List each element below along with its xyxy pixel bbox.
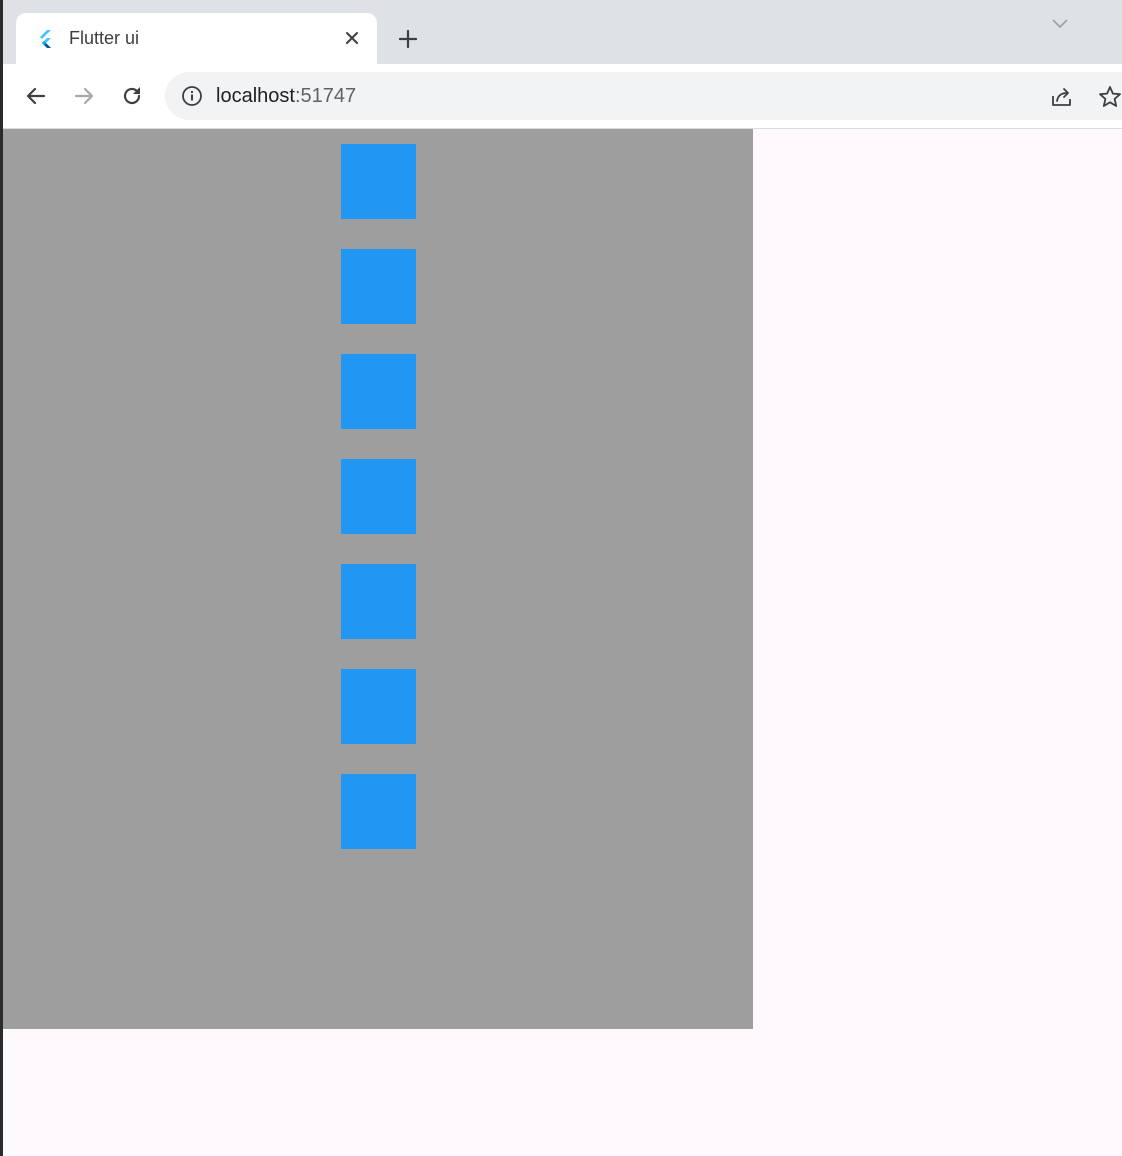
blue-box	[341, 459, 416, 534]
blue-box	[341, 354, 416, 429]
close-icon[interactable]	[341, 27, 363, 49]
tab-title: Flutter ui	[69, 28, 140, 48]
url-port: :51747	[294, 85, 357, 107]
tab-strip: Flutter ui	[3, 0, 1122, 64]
address-bar[interactable]: localhost:51747	[165, 72, 1122, 120]
info-icon[interactable]	[181, 85, 203, 107]
blue-box	[341, 774, 416, 849]
chevron-down-icon[interactable]	[1049, 12, 1071, 34]
flutter-container	[3, 129, 753, 1029]
reload-icon[interactable]	[116, 80, 148, 112]
blue-box	[341, 249, 416, 324]
forward-arrow-icon[interactable]	[68, 80, 100, 112]
blue-box	[341, 144, 416, 219]
star-icon[interactable]	[1097, 84, 1122, 110]
page-viewport	[3, 129, 1122, 1156]
url-host: localhost	[216, 85, 295, 107]
browser-window: Flutter ui localhost:51747	[0, 0, 1122, 1156]
browser-toolbar: localhost:51747	[3, 64, 1122, 129]
blue-box	[341, 669, 416, 744]
share-icon[interactable]	[1049, 84, 1075, 110]
back-arrow-icon[interactable]	[20, 80, 52, 112]
url-text[interactable]: localhost:51747	[216, 84, 356, 108]
plus-icon[interactable]	[393, 24, 423, 54]
tab-flutter-ui[interactable]: Flutter ui	[16, 13, 377, 64]
blue-box	[341, 564, 416, 639]
flutter-logo-icon	[35, 28, 57, 50]
